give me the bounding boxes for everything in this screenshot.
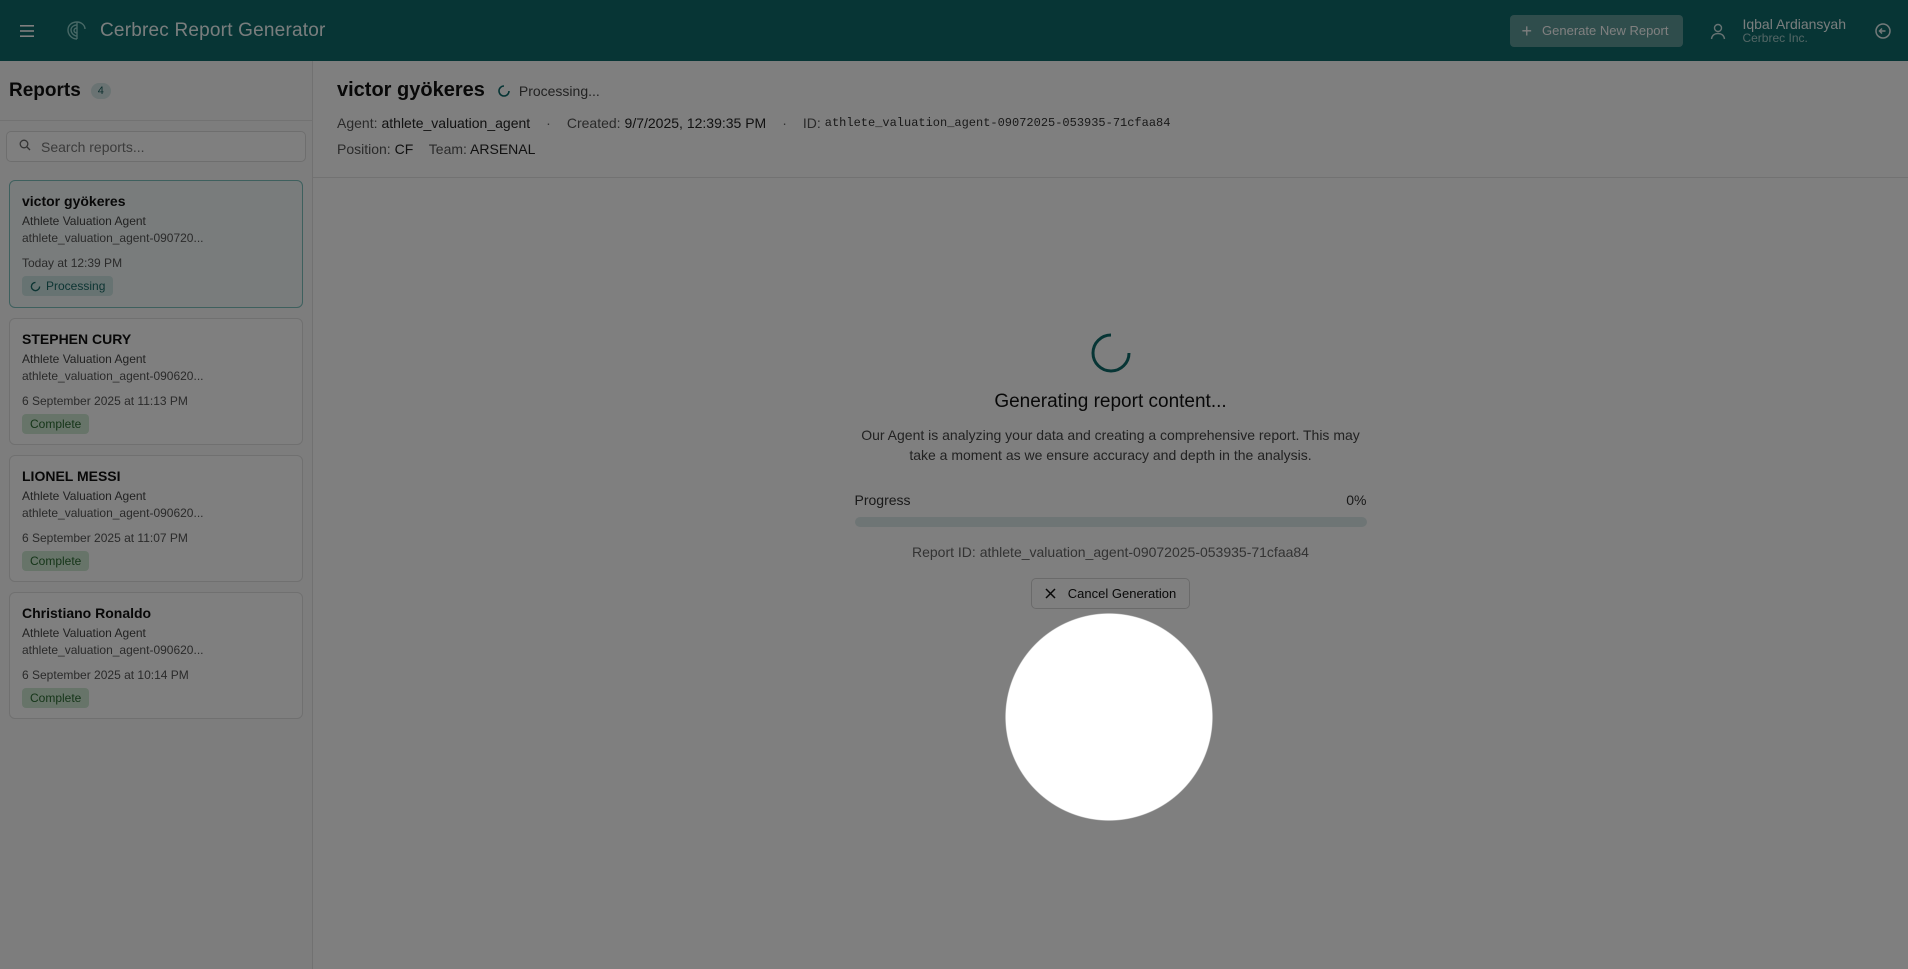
top-app-bar: Cerbrec Report Generator + Generate New …: [0, 0, 1908, 61]
separator: ·: [782, 115, 787, 131]
report-date: 6 September 2025 at 11:07 PM: [22, 530, 188, 545]
report-meta-secondary: Position: CF Team: ARSENAL: [337, 141, 1884, 157]
search-input[interactable]: [41, 138, 281, 155]
report-date: 6 September 2025 at 10:14 PM: [22, 667, 189, 682]
report-name: Christiano Ronaldo: [22, 604, 152, 621]
report-date: 6 September 2025 at 11:13 PM: [22, 393, 188, 408]
report-card[interactable]: victor gyökeres Athlete Valuation Agent …: [9, 180, 303, 308]
reports-count-badge: 4: [90, 82, 111, 99]
report-meta: Agent: athlete_valuation_agent · Created…: [337, 115, 1884, 131]
generating-description: Our Agent is analyzing your data and cre…: [861, 427, 1360, 463]
generate-new-report-label: Generate New Report: [1542, 23, 1669, 38]
cancel-generation-label: Cancel Generation: [1067, 586, 1177, 601]
report-id: athlete_valuation_agent-090720...: [22, 231, 204, 245]
user-menu[interactable]: Iqbal Ardiansyah Cerbrec Inc.: [1703, 16, 1846, 46]
report-name: LIONEL MESSI: [22, 467, 121, 484]
position-value: CF: [394, 141, 414, 157]
report-id: athlete_valuation_agent-090620...: [22, 505, 204, 520]
loading-spinner-icon: [1091, 333, 1130, 373]
report-status-label: Processing...: [518, 82, 600, 99]
report-header: victor gyökeres Processing... Agent: ath…: [313, 61, 1908, 178]
menu-icon[interactable]: [14, 18, 40, 44]
id-value: athlete_valuation_agent-09072025-053935-…: [824, 116, 1171, 130]
created-label: Created:: [566, 115, 621, 131]
separator: ·: [546, 115, 551, 131]
search-icon: [19, 138, 31, 156]
user-organization: Cerbrec Inc.: [1742, 30, 1808, 45]
report-title: victor gyökeres: [337, 79, 485, 101]
reports-sidebar: Reports 4 victor gyökeres Athlete Valuat…: [0, 61, 313, 969]
team-value: ARSENAL: [470, 141, 536, 157]
report-card[interactable]: LIONEL MESSI Athlete Valuation Agent ath…: [9, 454, 303, 582]
report-agent: Athlete Valuation Agent: [22, 625, 146, 640]
user-name: Iqbal Ardiansyah: [1742, 15, 1846, 32]
created-value: 9/7/2025, 12:39:35 PM: [624, 115, 767, 131]
generation-progress-panel: Generating report content... Our Agent i…: [313, 331, 1908, 609]
report-agent: Athlete Valuation Agent: [22, 214, 146, 228]
report-id-line: Report ID: athlete_valuation_agent-09072…: [912, 544, 1309, 560]
status-badge: Processing: [22, 276, 114, 296]
loading-spinner-icon: [30, 281, 41, 291]
status-badge: Complete: [22, 550, 90, 571]
report-date: Today at 12:39 PM: [22, 256, 123, 270]
report-id: athlete_valuation_agent-090620...: [22, 642, 204, 657]
progress-section: Progress 0%: [854, 492, 1367, 527]
brain-logo-icon: [64, 18, 90, 44]
report-list: victor gyökeres Athlete Valuation Agent …: [0, 180, 312, 719]
sidebar-header: Reports 4: [0, 61, 312, 121]
status-label: Processing: [46, 279, 106, 293]
user-icon: [1703, 16, 1733, 46]
report-detail-panel: victor gyökeres Processing... Agent: ath…: [313, 61, 1908, 969]
progress-label: Progress: [854, 492, 911, 508]
id-label: ID:: [802, 115, 821, 131]
sidebar-title: Reports: [9, 79, 81, 101]
loading-spinner-icon: [498, 84, 510, 97]
search-box[interactable]: [6, 131, 306, 162]
plus-icon: +: [1521, 20, 1533, 41]
report-agent: Athlete Valuation Agent: [22, 488, 146, 503]
generate-new-report-button[interactable]: + Generate New Report: [1509, 14, 1684, 47]
progress-bar: [854, 517, 1367, 527]
app-title: Cerbrec Report Generator: [100, 19, 326, 41]
report-agent: Athlete Valuation Agent: [22, 351, 146, 366]
report-card[interactable]: Christiano Ronaldo Athlete Valuation Age…: [9, 591, 303, 719]
generating-title: Generating report content...: [994, 391, 1227, 412]
progress-percent: 0%: [1346, 492, 1367, 508]
report-name: victor gyökeres: [22, 193, 126, 209]
agent-label: Agent:: [337, 115, 378, 131]
report-id: athlete_valuation_agent-090620...: [22, 368, 204, 383]
report-status: Processing...: [497, 83, 600, 99]
position-label: Position:: [337, 141, 391, 157]
status-badge: Complete: [22, 413, 90, 434]
team-label: Team:: [428, 141, 467, 157]
logout-icon[interactable]: [1872, 20, 1894, 42]
cancel-generation-button[interactable]: Cancel Generation: [1030, 578, 1191, 609]
report-name: STEPHEN CURY: [22, 330, 132, 347]
close-icon: [1045, 588, 1056, 599]
status-badge: Complete: [22, 687, 90, 708]
agent-value: athlete_valuation_agent: [381, 115, 531, 131]
report-card[interactable]: STEPHEN CURY Athlete Valuation Agent ath…: [9, 317, 303, 445]
